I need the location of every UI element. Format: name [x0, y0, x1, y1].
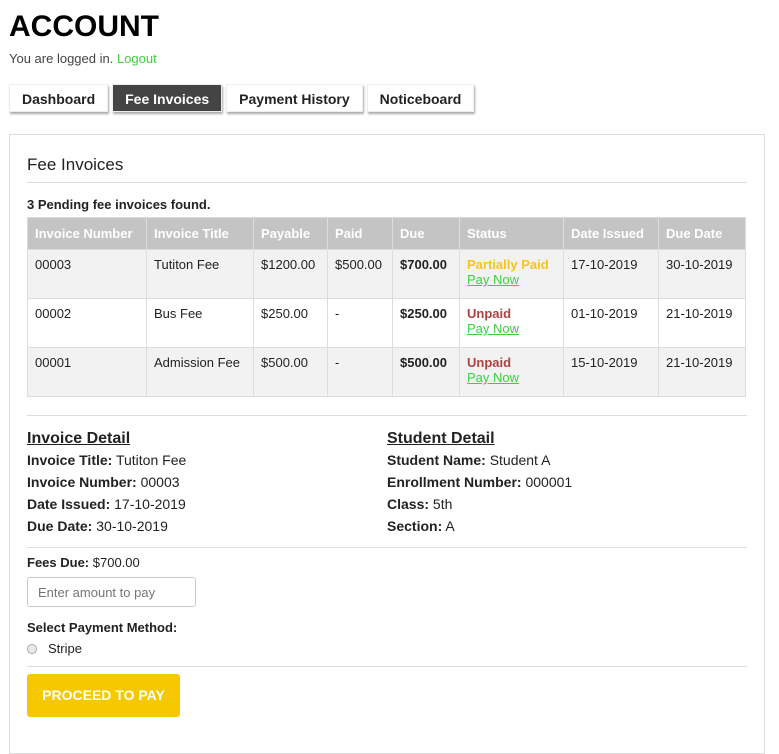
cell-paid: -	[327, 298, 393, 348]
cell-issued: 01-10-2019	[563, 298, 659, 348]
value: Student A	[489, 452, 551, 468]
cell-title: Bus Fee	[146, 298, 254, 348]
tab-payment-history[interactable]: Payment History	[226, 84, 363, 112]
value: 5th	[432, 496, 453, 512]
pay-now-link[interactable]: Pay Now	[467, 370, 556, 385]
cell-status: Unpaid Pay Now	[459, 298, 564, 348]
cell-number: 00002	[27, 298, 147, 348]
cell-status: Unpaid Pay Now	[459, 347, 564, 397]
table-row: 00001 Admission Fee $500.00 - $500.00 Un…	[27, 347, 746, 397]
stripe-radio[interactable]: Stripe	[27, 641, 747, 666]
status-badge: Partially Paid	[467, 257, 549, 272]
tab-dashboard[interactable]: Dashboard	[9, 84, 109, 112]
radio-icon[interactable]	[27, 643, 37, 654]
value: 000001	[525, 474, 573, 490]
cell-due: $500.00	[392, 347, 460, 397]
cell-title: Admission Fee	[146, 347, 254, 397]
cell-number: 00003	[27, 249, 147, 299]
tab-noticeboard[interactable]: Noticeboard	[366, 84, 475, 112]
table-row: 00002 Bus Fee $250.00 - $250.00 Unpaid Pa…	[27, 298, 746, 348]
status-badge: Unpaid	[467, 355, 512, 370]
due-amount: $500.00	[400, 355, 447, 370]
due-amount: $700.00	[400, 257, 447, 272]
cell-payable: $500.00	[253, 347, 328, 397]
value: 30-10-2019	[96, 518, 168, 534]
fees-due: Fees Due: $700.00	[27, 555, 747, 570]
amount-input[interactable]	[27, 577, 196, 607]
payment-method-label: Select Payment Method:	[27, 620, 178, 635]
student-detail: Student Detail Student Name: Student A E…	[387, 429, 747, 537]
cell-payable: $1200.00	[253, 249, 328, 299]
login-text: You are logged in.	[9, 51, 114, 66]
value: 00003	[140, 474, 180, 490]
tab-fee-invoices[interactable]: Fee Invoices	[112, 84, 223, 112]
cell-due-date: 21-10-2019	[658, 347, 746, 397]
label: Section:	[387, 518, 443, 534]
col-header: Due Date	[658, 217, 746, 250]
cell-payable: $250.00	[253, 298, 328, 348]
col-header: Due	[392, 217, 460, 250]
pay-now-link[interactable]: Pay Now	[467, 272, 556, 287]
col-header: Date Issued	[563, 217, 659, 250]
fee-invoices-panel: Fee Invoices 3 Pending fee invoices foun…	[9, 134, 765, 754]
cell-due: $700.00	[392, 249, 460, 299]
radio-label: Stripe	[48, 641, 82, 656]
value: 17-10-2019	[114, 496, 186, 512]
label: Invoice Title:	[27, 452, 113, 468]
cell-due-date: 21-10-2019	[658, 298, 746, 348]
label: Enrollment Number:	[387, 474, 522, 490]
logout-link[interactable]: Logout	[117, 51, 157, 66]
due-amount: $250.00	[400, 306, 447, 321]
invoice-count: 3 Pending fee invoices found.	[27, 197, 211, 212]
invoice-detail-heading: Invoice Detail	[27, 430, 131, 447]
page-title: ACCOUNT	[9, 10, 159, 43]
cell-due-date: 30-10-2019	[658, 249, 746, 299]
col-header: Payable	[253, 217, 328, 250]
label: Date Issued:	[27, 496, 111, 512]
cell-paid: -	[327, 347, 393, 397]
value: $700.00	[92, 555, 140, 570]
label: Student Name:	[387, 452, 486, 468]
label: Invoice Number:	[27, 474, 137, 490]
cell-title: Tutiton Fee	[146, 249, 254, 299]
col-header: Invoice Number	[27, 217, 147, 250]
label: Due Date:	[27, 518, 93, 534]
cell-status: Partially Paid Pay Now	[459, 249, 564, 299]
label: Fees Due:	[27, 555, 90, 570]
cell-issued: 15-10-2019	[563, 347, 659, 397]
cell-number: 00001	[27, 347, 147, 397]
table-row: 00003 Tutiton Fee $1200.00 $500.00 $700.…	[27, 249, 746, 299]
col-header: Paid	[327, 217, 393, 250]
student-detail-heading: Student Detail	[387, 430, 495, 447]
cell-issued: 17-10-2019	[563, 249, 659, 299]
pay-now-link[interactable]: Pay Now	[467, 321, 556, 336]
value: Tutiton Fee	[115, 452, 187, 468]
section-title: Fee Invoices	[27, 155, 747, 183]
label: Class:	[387, 496, 430, 512]
col-header: Status	[459, 217, 564, 250]
cell-due: $250.00	[392, 298, 460, 348]
tabs: Dashboard Fee Invoices Payment History N…	[9, 84, 475, 112]
invoice-detail: Invoice Detail Invoice Title: Tutiton Fe…	[27, 429, 387, 537]
cell-paid: $500.00	[327, 249, 393, 299]
value: A	[445, 518, 455, 534]
login-status: You are logged in. Logout	[9, 51, 157, 66]
status-badge: Unpaid	[467, 306, 512, 321]
invoices-table: Invoice Number Invoice Title Payable Pai…	[27, 217, 746, 397]
col-header: Invoice Title	[146, 217, 254, 250]
proceed-to-pay-button[interactable]: PROCEED TO PAY	[27, 674, 180, 717]
